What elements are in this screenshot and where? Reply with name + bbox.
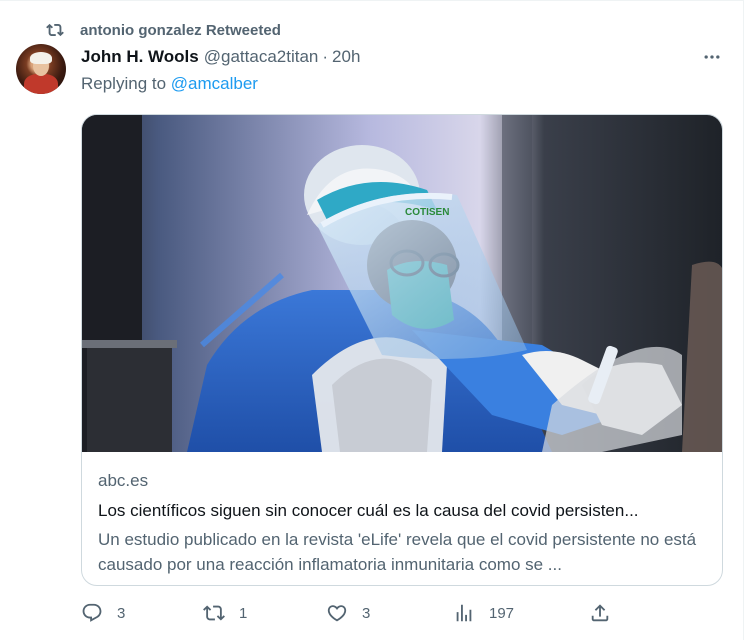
card-domain: abc.es [98, 471, 149, 490]
retweet-button[interactable]: 1 [203, 602, 247, 624]
reply-icon [82, 603, 102, 622]
card-image[interactable]: COTISEN [82, 115, 723, 452]
header-separator: · [322, 47, 329, 66]
more-icon [704, 55, 720, 59]
reply-button[interactable]: 3 [81, 602, 125, 624]
replying-to: Replying to @amcalber [81, 74, 258, 94]
visor-logo: COTISEN [405, 207, 449, 218]
timeline-border [743, 0, 744, 640]
tweet-header: John H. Wools @gattaca2titan · 20h [81, 44, 360, 70]
card-title: Los científicos siguen sin conocer cuál … [98, 501, 639, 520]
timestamp[interactable]: 20h [332, 47, 360, 67]
action-bar: 3 1 3 197 [81, 600, 723, 630]
replying-to-label: Replying to [81, 74, 171, 93]
more-options-button[interactable] [700, 46, 724, 68]
retweet-action-icon [203, 605, 225, 621]
link-card[interactable]: COTISEN abc.es Los científicos siguen si… [81, 114, 723, 586]
tweet[interactable]: antonio gonzalez Retweeted John H. Wools… [0, 0, 756, 640]
retweet-context[interactable]: antonio gonzalez Retweeted [46, 20, 281, 40]
top-divider [0, 0, 744, 1]
card-description: Un estudio publicado en la revista 'eLif… [98, 530, 697, 574]
like-button[interactable]: 3 [326, 602, 370, 624]
reply-count: 3 [117, 604, 126, 622]
heart-icon [327, 605, 347, 622]
avatar[interactable] [16, 44, 66, 94]
views-icon [456, 604, 472, 622]
retweet-label: antonio gonzalez Retweeted [80, 21, 281, 39]
retweet-count: 1 [239, 604, 248, 622]
replying-to-link[interactable]: @amcalber [171, 74, 258, 93]
card-text: abc.es Los científicos siguen sin conoce… [98, 469, 710, 577]
views-count: 197 [489, 604, 515, 622]
views-button[interactable]: 197 [453, 602, 514, 624]
share-button[interactable] [589, 602, 625, 624]
author-name[interactable]: John H. Wools [81, 47, 199, 67]
author-handle[interactable]: @gattaca2titan [204, 47, 319, 67]
retweet-icon [46, 23, 64, 37]
like-count: 3 [362, 604, 371, 622]
share-icon [591, 604, 609, 622]
